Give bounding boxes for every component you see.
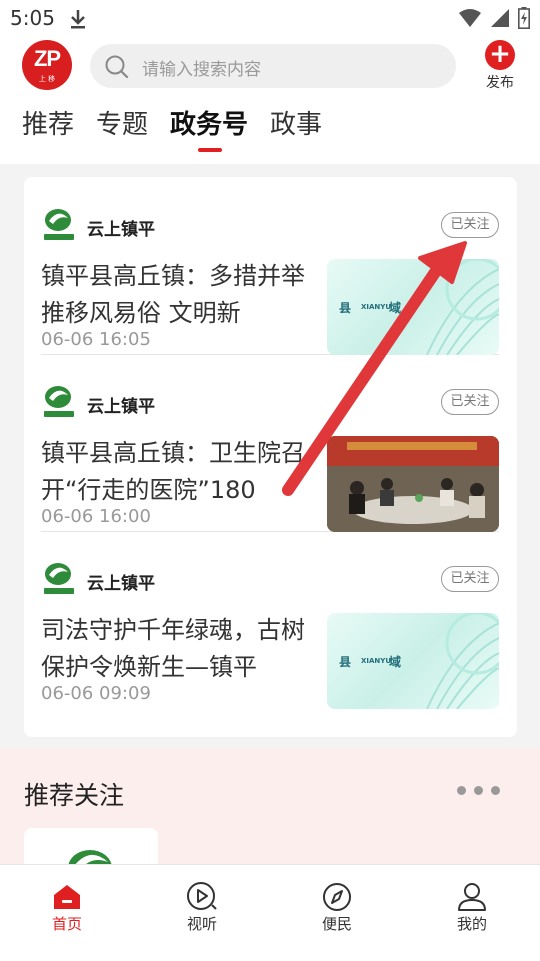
news-date: 06-06 09:09 <box>41 683 151 704</box>
user-icon <box>432 881 512 913</box>
app-logo[interactable]: ZP 上 移 <box>22 40 72 90</box>
news-item[interactable]: 云上镇平 已关注 司法守护千年绿魂，古树保护令焕新生—镇平 06-06 09:0… <box>41 531 499 709</box>
news-title[interactable]: 镇平县高丘镇：多措并举推移风易俗 文明新 <box>41 258 311 332</box>
following-badge[interactable]: 已关注 <box>441 566 499 592</box>
status-bar: 5:05 <box>0 0 540 36</box>
header: ZP 上 移 请输入搜索内容 + 发布 推荐 专题 政务号 政事 <box>0 36 540 164</box>
following-badge[interactable]: 已关注 <box>441 389 499 415</box>
account-name: 云上镇平 <box>87 574 155 594</box>
news-date: 06-06 16:05 <box>41 329 151 350</box>
download-icon <box>68 8 88 34</box>
tab-gov-accounts[interactable]: 政务号 <box>170 104 248 152</box>
account-name: 云上镇平 <box>87 397 155 417</box>
search-bar[interactable]: 请输入搜索内容 <box>90 44 456 88</box>
plus-icon: + <box>485 40 515 70</box>
nav-services[interactable]: 便民 <box>297 881 377 934</box>
publish-button[interactable]: + 发布 <box>478 40 522 92</box>
news-item[interactable]: 云上镇平 已关注 镇平县高丘镇：多措并举推移风易俗 文明新 06-06 16:0… <box>41 177 499 355</box>
tab-recommend[interactable]: 推荐 <box>22 104 74 141</box>
news-item[interactable]: 云上镇平 已关注 镇平县高丘镇：卫生院召开“行走的医院”180 06-06 16… <box>41 354 499 532</box>
compass-icon <box>297 881 377 913</box>
news-date: 06-06 16:00 <box>41 506 151 527</box>
news-title[interactable]: 司法守护千年绿魂，古树保护令焕新生—镇平 <box>41 612 311 686</box>
account-logo-icon <box>41 206 77 242</box>
news-thumbnail[interactable]: 县 XIANYU 域 <box>327 613 499 709</box>
search-icon <box>104 54 130 84</box>
news-thumbnail[interactable]: 县 XIANYU 域 <box>327 259 499 355</box>
signal-icon <box>490 8 510 32</box>
tab-topics[interactable]: 专题 <box>96 104 148 141</box>
news-thumbnail[interactable] <box>327 436 499 532</box>
recommend-title: 推荐关注 <box>24 781 125 810</box>
account-logo-icon <box>41 383 77 419</box>
battery-icon <box>518 7 530 33</box>
search-placeholder: 请输入搜索内容 <box>142 60 261 80</box>
tab-active-indicator <box>198 148 223 152</box>
home-icon <box>27 881 107 913</box>
nav-home[interactable]: 首页 <box>27 881 107 934</box>
wifi-icon <box>458 8 482 32</box>
tab-bar: 推荐 专题 政务号 政事 <box>22 104 322 152</box>
play-circle-icon <box>162 881 242 913</box>
news-title[interactable]: 镇平县高丘镇：卫生院召开“行走的医院”180 <box>41 435 311 509</box>
publish-label: 发布 <box>486 75 514 91</box>
following-badge[interactable]: 已关注 <box>441 212 499 238</box>
nav-profile[interactable]: 我的 <box>432 881 512 934</box>
feed-card: 云上镇平 已关注 镇平县高丘镇：多措并举推移风易俗 文明新 06-06 16:0… <box>24 177 517 737</box>
account-logo-icon <box>41 560 77 596</box>
tab-politics[interactable]: 政事 <box>270 104 322 141</box>
nav-video[interactable]: 视听 <box>162 881 242 934</box>
status-time: 5:05 <box>10 6 55 30</box>
recommend-card[interactable] <box>24 828 158 868</box>
more-icon[interactable] <box>457 786 500 795</box>
bottom-nav: 首页 视听 便民 我的 <box>0 864 540 961</box>
account-name: 云上镇平 <box>87 220 155 240</box>
recommend-section: 推荐关注 <box>0 748 540 868</box>
